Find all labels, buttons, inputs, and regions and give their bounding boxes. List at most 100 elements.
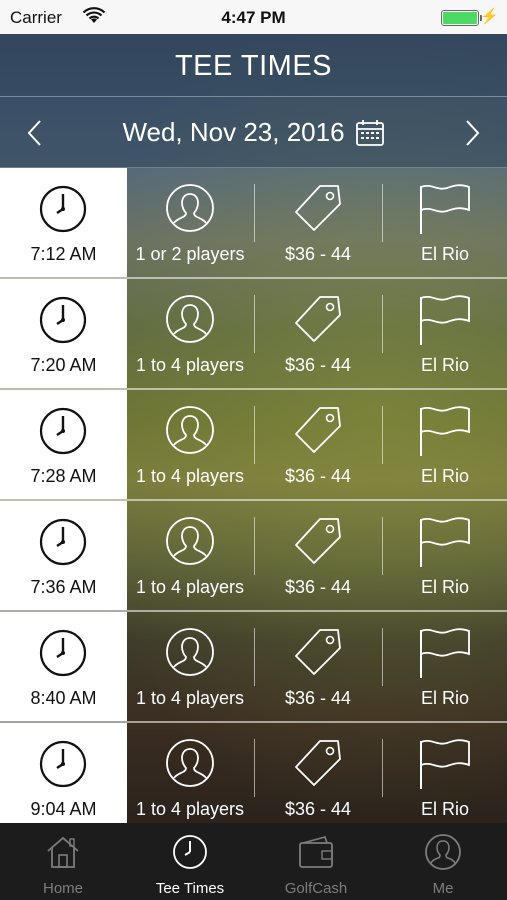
tee-time: 7:28 AM bbox=[30, 466, 97, 486]
players-cell: 1 to 4 players bbox=[127, 723, 253, 832]
players-cell: 1 to 4 players bbox=[127, 390, 253, 499]
tee-time-row[interactable]: 7:36 AM 1 to 4 players $36 - 44 El Rio bbox=[0, 501, 507, 612]
tee-time-row[interactable]: 8:40 AM 1 to 4 players $36 - 44 El Rio bbox=[0, 612, 507, 723]
course-cell: El Rio bbox=[383, 168, 507, 277]
selected-date: Wed, Nov 23, 2016 bbox=[122, 117, 345, 147]
price-tag-icon bbox=[295, 740, 341, 786]
date-selector: Wed, Nov 23, 2016 bbox=[0, 97, 507, 168]
course-label: El Rio bbox=[420, 799, 469, 819]
tee-time-list: 7:12 AM 1 or 2 players $36 - 44 El Rio 7… bbox=[0, 168, 507, 834]
tee-time-row[interactable]: 7:28 AM 1 to 4 players $36 - 44 El Rio bbox=[0, 390, 507, 501]
tee-time-cell: 8:40 AM bbox=[0, 612, 127, 721]
players-label: 1 or 2 players bbox=[135, 244, 245, 264]
tab-golfcash[interactable]: GolfCash bbox=[253, 823, 379, 900]
clock-icon bbox=[39, 185, 87, 233]
clock-icon bbox=[173, 835, 207, 869]
tee-time-row[interactable]: 9:04 AM 1 to 4 players $36 - 44 El Rio bbox=[0, 723, 507, 834]
flag-icon bbox=[420, 184, 470, 234]
status-bar: Carrier 4:47 PM ⚡ bbox=[0, 0, 507, 34]
price-tag-icon bbox=[295, 185, 341, 231]
price-cell: $36 - 44 bbox=[255, 279, 381, 388]
tee-time-cell: 7:12 AM bbox=[0, 168, 127, 277]
players-cell: 1 to 4 players bbox=[127, 501, 253, 610]
price-label: $36 - 44 bbox=[284, 799, 352, 819]
price-label: $36 - 44 bbox=[284, 244, 352, 264]
tab-tee-times-label: Tee Times bbox=[155, 880, 225, 897]
tee-time-cell: 9:04 AM bbox=[0, 723, 127, 832]
price-label: $36 - 44 bbox=[284, 688, 352, 708]
tab-bar: Home Tee Times GolfCash Me bbox=[0, 823, 507, 900]
clock-icon bbox=[39, 629, 87, 677]
course-cell: El Rio bbox=[383, 279, 507, 388]
price-cell: $36 - 44 bbox=[255, 501, 381, 610]
tab-golfcash-label: GolfCash bbox=[284, 880, 348, 897]
date-picker[interactable]: Wed, Nov 23, 2016 bbox=[122, 117, 384, 148]
page-title: TEE TIMES bbox=[174, 50, 333, 82]
tab-home-label: Home bbox=[42, 880, 83, 897]
price-label: $36 - 44 bbox=[284, 577, 352, 597]
tee-time: 8:40 AM bbox=[30, 688, 97, 708]
nav-header: TEE TIMES bbox=[0, 34, 507, 97]
next-day-button[interactable] bbox=[457, 115, 487, 151]
charging-icon: ⚡ bbox=[480, 8, 499, 25]
flag-icon bbox=[420, 406, 470, 456]
players-label: 1 to 4 players bbox=[135, 688, 245, 708]
tee-time-cell: 7:28 AM bbox=[0, 390, 127, 499]
tee-time-row[interactable]: 7:12 AM 1 or 2 players $36 - 44 El Rio bbox=[0, 168, 507, 279]
clock-time: 4:47 PM bbox=[221, 8, 286, 27]
course-label: El Rio bbox=[420, 466, 469, 486]
flag-icon bbox=[420, 739, 470, 789]
clock-icon bbox=[39, 296, 87, 344]
players-cell: 1 to 4 players bbox=[127, 279, 253, 388]
price-tag-icon bbox=[295, 407, 341, 453]
price-cell: $36 - 44 bbox=[255, 723, 381, 832]
price-cell: $36 - 44 bbox=[255, 612, 381, 721]
course-label: El Rio bbox=[420, 355, 469, 375]
course-cell: El Rio bbox=[383, 723, 507, 832]
person-icon bbox=[166, 739, 214, 787]
battery-icon bbox=[441, 10, 482, 26]
wallet-icon bbox=[299, 836, 333, 868]
tab-tee-times[interactable]: Tee Times bbox=[127, 823, 253, 900]
players-cell: 1 to 4 players bbox=[127, 612, 253, 721]
price-tag-icon bbox=[295, 518, 341, 564]
price-cell: $36 - 44 bbox=[255, 168, 381, 277]
person-icon bbox=[425, 834, 461, 870]
tee-time-cell: 7:36 AM bbox=[0, 501, 127, 610]
tee-time-cell: 7:20 AM bbox=[0, 279, 127, 388]
players-label: 1 to 4 players bbox=[135, 799, 245, 819]
course-cell: El Rio bbox=[383, 501, 507, 610]
players-label: 1 to 4 players bbox=[135, 577, 245, 597]
course-cell: El Rio bbox=[383, 390, 507, 499]
chevron-right-icon bbox=[466, 120, 480, 146]
flag-icon bbox=[420, 628, 470, 678]
person-icon bbox=[166, 184, 214, 232]
course-cell: El Rio bbox=[383, 612, 507, 721]
clock-icon bbox=[39, 407, 87, 455]
flag-icon bbox=[420, 295, 470, 345]
flag-icon bbox=[420, 517, 470, 567]
players-cell: 1 or 2 players bbox=[127, 168, 253, 277]
players-label: 1 to 4 players bbox=[135, 355, 245, 375]
tee-time: 7:20 AM bbox=[30, 355, 97, 375]
price-label: $36 - 44 bbox=[284, 355, 352, 375]
price-tag-icon bbox=[295, 629, 341, 675]
tab-me-label: Me bbox=[432, 880, 454, 897]
tab-me[interactable]: Me bbox=[380, 823, 506, 900]
clock-icon bbox=[39, 518, 87, 566]
calendar-icon bbox=[355, 119, 384, 146]
course-label: El Rio bbox=[420, 577, 469, 597]
person-icon bbox=[166, 406, 214, 454]
tee-time-row[interactable]: 7:20 AM 1 to 4 players $36 - 44 El Rio bbox=[0, 279, 507, 390]
tab-home[interactable]: Home bbox=[0, 823, 126, 900]
clock-icon bbox=[39, 740, 87, 788]
price-label: $36 - 44 bbox=[284, 466, 352, 486]
course-label: El Rio bbox=[420, 244, 469, 264]
person-icon bbox=[166, 517, 214, 565]
tee-time: 7:36 AM bbox=[30, 577, 97, 597]
person-icon bbox=[166, 628, 214, 676]
players-label: 1 to 4 players bbox=[135, 466, 245, 486]
person-icon bbox=[166, 295, 214, 343]
price-cell: $36 - 44 bbox=[255, 390, 381, 499]
home-icon bbox=[47, 836, 79, 868]
